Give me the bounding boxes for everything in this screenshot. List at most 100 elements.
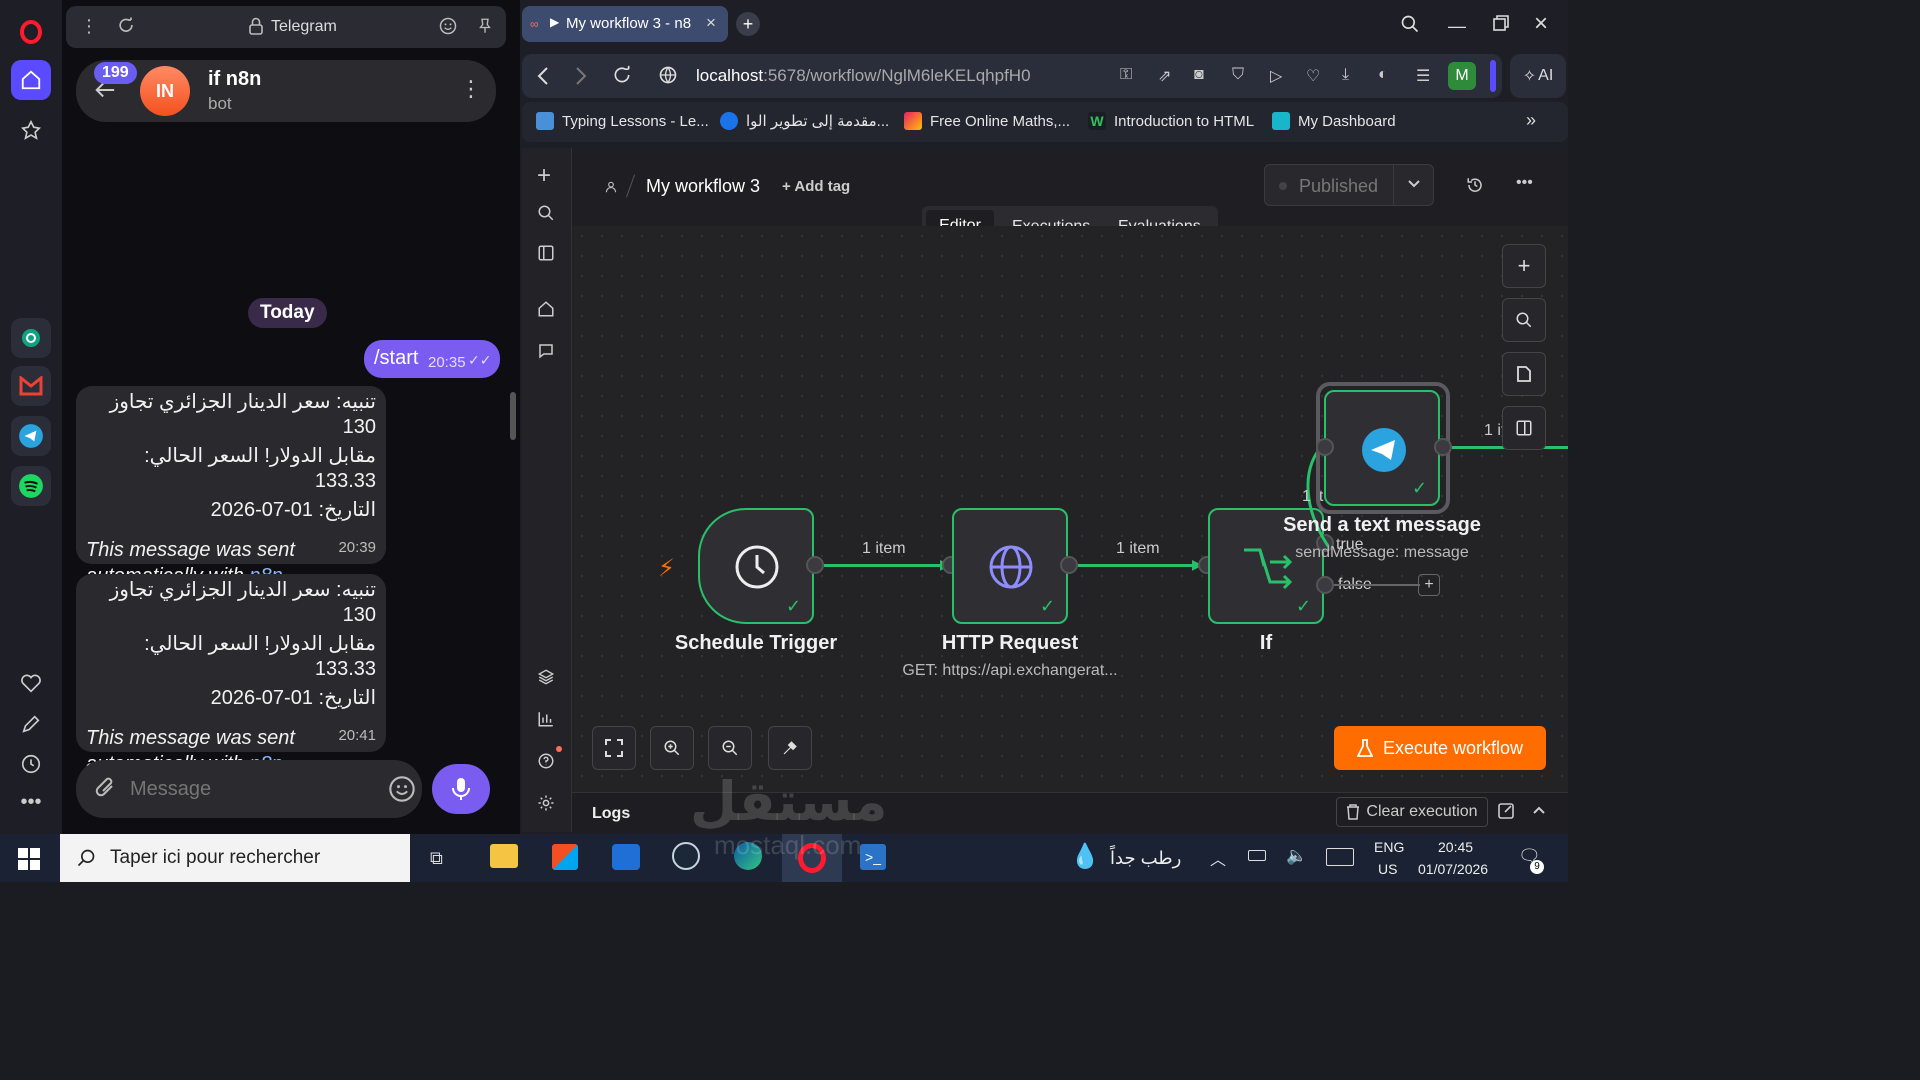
settings-icon[interactable] (537, 794, 555, 812)
add-node-button[interactable]: + (1418, 574, 1440, 596)
connection[interactable] (824, 564, 950, 567)
more-icon[interactable]: ••• (11, 782, 51, 822)
battery-saver-icon[interactable]: ◐ (1378, 66, 1388, 84)
home-icon[interactable] (537, 300, 555, 318)
play-icon[interactable]: ▷ (1270, 66, 1282, 86)
sidebar-toggle[interactable] (1490, 60, 1496, 92)
windows-start-icon[interactable] (18, 848, 40, 870)
output-port[interactable] (806, 556, 824, 574)
file-explorer-icon[interactable] (490, 844, 518, 868)
add-node-panel-button[interactable]: + (1502, 244, 1546, 288)
weather-text[interactable]: رطب جداً (1110, 848, 1181, 869)
pinboards-icon[interactable] (11, 110, 51, 150)
bookmark-item[interactable]: My Dashboard (1272, 112, 1396, 130)
emoji-icon[interactable] (438, 16, 458, 36)
zoom-in-button[interactable] (650, 726, 694, 770)
key-icon[interactable]: ⚿ (1120, 66, 1132, 84)
hidden-icons-chevron-icon[interactable]: ︿ (1210, 846, 1226, 870)
steam-icon[interactable] (672, 842, 700, 870)
execute-workflow-button[interactable]: Execute workflow (1334, 726, 1546, 770)
microphone-button[interactable] (432, 764, 490, 814)
outlook-icon[interactable] (612, 844, 640, 870)
language-top[interactable]: ENG (1374, 839, 1404, 855)
minimize-icon[interactable]: — (1448, 16, 1466, 37)
templates-icon[interactable] (537, 668, 555, 686)
node-schedule-trigger[interactable]: ✓ (698, 508, 814, 624)
tidy-up-button[interactable] (768, 726, 812, 770)
back-icon[interactable] (536, 66, 550, 86)
edit-icon[interactable] (11, 704, 51, 744)
bookmark-item[interactable]: مقدمة إلى تطوير الوا... (720, 112, 889, 130)
spotify-icon[interactable] (11, 466, 51, 506)
language-bottom[interactable]: US (1378, 861, 1397, 877)
chatgpt-icon[interactable] (11, 318, 51, 358)
add-tag-button[interactable]: + Add tag (782, 178, 850, 195)
sticky-note-button[interactable] (1502, 352, 1546, 396)
scrollbar[interactable] (510, 392, 516, 440)
volume-icon[interactable]: 🔈 (1286, 846, 1307, 866)
bookmark-item[interactable]: Typing Lessons - Le... (536, 112, 709, 130)
insights-icon[interactable] (537, 710, 555, 728)
clock-date[interactable]: 01/07/2026 (1418, 861, 1488, 877)
forward-icon[interactable] (574, 66, 588, 86)
chat-menu-icon[interactable]: ⋮ (460, 76, 482, 102)
reload-icon[interactable] (612, 65, 632, 85)
profile-avatar[interactable]: M (1448, 62, 1476, 90)
bookmark-item[interactable]: Free Online Maths,... (904, 112, 1070, 130)
battery-icon[interactable] (1248, 850, 1266, 861)
chevron-down-icon[interactable] (1407, 177, 1421, 191)
more-options-icon[interactable]: ••• (1516, 174, 1533, 192)
close-window-icon[interactable]: × (1534, 10, 1548, 38)
version-history-icon[interactable] (1466, 176, 1484, 194)
publish-status[interactable]: Published (1264, 164, 1434, 206)
history-icon[interactable] (11, 744, 51, 784)
clear-execution-button[interactable]: Clear execution (1336, 797, 1488, 827)
search-icon[interactable] (537, 204, 555, 222)
clock-time[interactable]: 20:45 (1438, 839, 1473, 855)
home-icon[interactable] (11, 60, 51, 100)
fit-view-button[interactable] (592, 726, 636, 770)
zoom-out-button[interactable] (708, 726, 752, 770)
message-input[interactable] (130, 774, 350, 804)
pop-out-icon[interactable] (1498, 803, 1514, 819)
node-send-text-message[interactable]: ✓ (1324, 390, 1440, 506)
node-http-request[interactable]: ✓ (952, 508, 1068, 624)
pin-icon[interactable] (476, 16, 494, 36)
search-tabs-icon[interactable] (1400, 14, 1420, 34)
share-icon[interactable]: ⇗ (1158, 66, 1171, 86)
camera-icon[interactable]: ◙ (1194, 66, 1204, 84)
reload-icon[interactable] (116, 15, 136, 35)
chat-header[interactable]: 199 IN if n8n bot ⋮ (76, 60, 496, 122)
input-port[interactable] (1316, 438, 1334, 456)
url-text[interactable]: localhost:5678/workflow/NglM6leKELqhpfH0 (696, 66, 1031, 86)
chevron-up-icon[interactable] (1532, 803, 1546, 817)
help-icon[interactable] (537, 752, 555, 770)
browser-tab[interactable]: ∞ ▶ My workflow 3 - n8 × (522, 6, 728, 42)
attach-icon[interactable] (94, 776, 118, 802)
aria-ai-button[interactable]: ✧ AI (1510, 54, 1566, 98)
chat-icon[interactable] (537, 342, 555, 360)
keyboard-icon[interactable] (1326, 848, 1354, 866)
output-port-false[interactable] (1316, 576, 1334, 594)
connection[interactable] (1078, 564, 1204, 567)
easy-setup-icon[interactable]: ☰ (1416, 66, 1430, 86)
workflow-canvas[interactable]: ⚡ ✓ Schedule Trigger ▶ 1 item ✓ HTTP Req… (572, 226, 1568, 792)
download-icon[interactable]: ⤓ (1342, 66, 1349, 84)
powershell-icon[interactable]: >_ (860, 844, 886, 870)
taskbar-search[interactable]: Taper ici pour rechercher (60, 834, 410, 882)
task-view-icon[interactable]: ⧉ (430, 848, 443, 869)
heart-icon[interactable] (11, 664, 51, 704)
emoji-icon[interactable] (388, 775, 416, 803)
telegram-sidebar-icon[interactable] (11, 416, 51, 456)
kebab-menu-icon[interactable]: ⋮ (80, 16, 98, 37)
panel-toggle-icon[interactable] (537, 244, 555, 262)
output-port[interactable] (1060, 556, 1078, 574)
gmail-icon[interactable] (11, 366, 51, 406)
search-nodes-button[interactable] (1502, 298, 1546, 342)
more-bookmarks-icon[interactable]: » (1526, 110, 1536, 131)
add-icon[interactable]: + (537, 162, 551, 190)
avatar[interactable]: IN (140, 66, 190, 116)
output-port[interactable] (1434, 438, 1452, 456)
shield-icon[interactable]: ⛉ (1232, 66, 1244, 84)
heart-icon[interactable]: ♡ (1306, 66, 1320, 86)
